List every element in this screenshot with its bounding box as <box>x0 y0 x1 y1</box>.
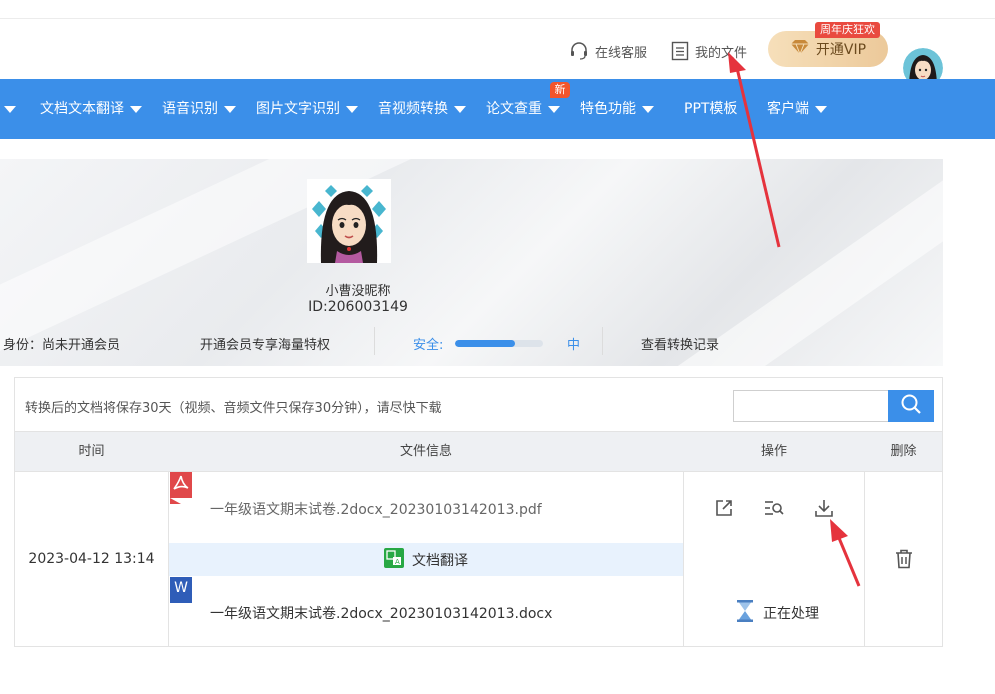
search-icon <box>900 393 922 419</box>
new-badge: 新 <box>550 82 570 98</box>
row-time: 2023-04-12 13:14 <box>28 551 155 567</box>
security-label: 安全: <box>413 338 444 353</box>
translate-action-row: A 文档翻译 <box>169 543 683 576</box>
conversion-history-link[interactable]: 查看转换记录 <box>641 334 719 353</box>
profile-banner: 小曹没昵称 ID:206003149 身份：尚未开通会员 开通会员专享海量特权 … <box>0 159 943 366</box>
translate-icon: A <box>384 547 404 572</box>
chevron-down-icon <box>815 105 827 113</box>
hourglass-icon <box>735 599 755 627</box>
security-level: 中 <box>567 338 581 353</box>
svg-text:A: A <box>395 558 400 566</box>
security-progress-fill <box>455 340 515 347</box>
download-icon[interactable] <box>812 496 836 520</box>
search-input[interactable] <box>733 390 888 422</box>
top-header: 在线客服 我的文件 开通VIP 周年庆狂欢 <box>0 19 995 88</box>
chevron-down-icon <box>130 105 142 113</box>
vip-privilege-link[interactable]: 开通会员专享海量特权 <box>200 334 330 353</box>
chevron-down-icon <box>642 105 654 113</box>
result-file-name[interactable]: 一年级语文期末试卷.2docx_20230103142013.pdf <box>210 499 542 519</box>
nav-item-ocr[interactable]: 图片文字识别 <box>256 79 358 139</box>
col-delete: 删除 <box>890 444 917 459</box>
customer-service-label: 在线客服 <box>595 45 648 61</box>
vip-label: 开通VIP <box>815 42 867 58</box>
nav-item-av-convert[interactable]: 音视频转换 <box>378 79 466 139</box>
nav-item-client[interactable]: 客户端 <box>767 79 827 139</box>
retention-notice: 转换后的文档将保存30天（视频、音频文件只保存30分钟），请尽快下载 <box>25 401 442 416</box>
user-id: ID:206003149 <box>308 299 408 315</box>
chevron-down-icon <box>224 105 236 113</box>
nav-item-plagiarism[interactable]: 论文查重 <box>486 79 560 139</box>
col-actions: 操作 <box>760 444 787 459</box>
membership-status: 身份：尚未开通会员 <box>3 338 121 353</box>
headset-icon <box>569 41 589 61</box>
diamond-icon <box>790 39 810 59</box>
col-file-info: 文件信息 <box>399 444 452 459</box>
chevron-down-icon <box>346 105 358 113</box>
profile-avatar <box>307 179 391 263</box>
translate-label: 文档翻译 <box>412 552 468 569</box>
files-panel: 转换后的文档将保存30天（视频、音频文件只保存30分钟），请尽快下载 时间 文件… <box>14 377 943 647</box>
open-external-icon[interactable] <box>712 496 736 520</box>
main-nav: 文档文本翻译 语音识别 图片文字识别 音视频转换 论文查重 特色功能 PPT模板… <box>0 79 995 139</box>
nav-item-ppt[interactable]: PPT模板 <box>684 79 737 139</box>
processing-status: 正在处理 <box>735 599 819 627</box>
status-text: 正在处理 <box>763 606 819 622</box>
document-icon <box>671 41 689 61</box>
nav-item-hidden[interactable] <box>0 79 16 139</box>
preview-search-icon[interactable] <box>762 496 786 520</box>
customer-service-link[interactable]: 在线客服 <box>569 41 647 61</box>
trash-icon[interactable] <box>893 548 915 570</box>
nav-item-doc-translate[interactable]: 文档文本翻译 <box>40 79 142 139</box>
user-nickname: 小曹没昵称 <box>325 284 391 299</box>
table-header: 时间 文件信息 操作 删除 <box>15 431 942 472</box>
chevron-down-icon <box>454 105 466 113</box>
col-time: 时间 <box>78 444 105 459</box>
source-file-name[interactable]: 一年级语文期末试卷.2docx_20230103142013.docx <box>210 603 552 623</box>
my-files-label: 我的文件 <box>695 45 748 61</box>
nav-item-features[interactable]: 特色功能 <box>580 79 654 139</box>
security-progress-bar <box>455 340 543 347</box>
pdf-icon <box>170 472 192 504</box>
anniversary-badge: 周年庆狂欢 <box>815 22 880 38</box>
search-button[interactable] <box>888 390 934 422</box>
nav-item-speech[interactable]: 语音识别 <box>162 79 236 139</box>
chevron-down-icon <box>548 105 560 113</box>
word-icon: W <box>170 577 192 603</box>
my-files-link[interactable]: 我的文件 <box>671 41 747 61</box>
